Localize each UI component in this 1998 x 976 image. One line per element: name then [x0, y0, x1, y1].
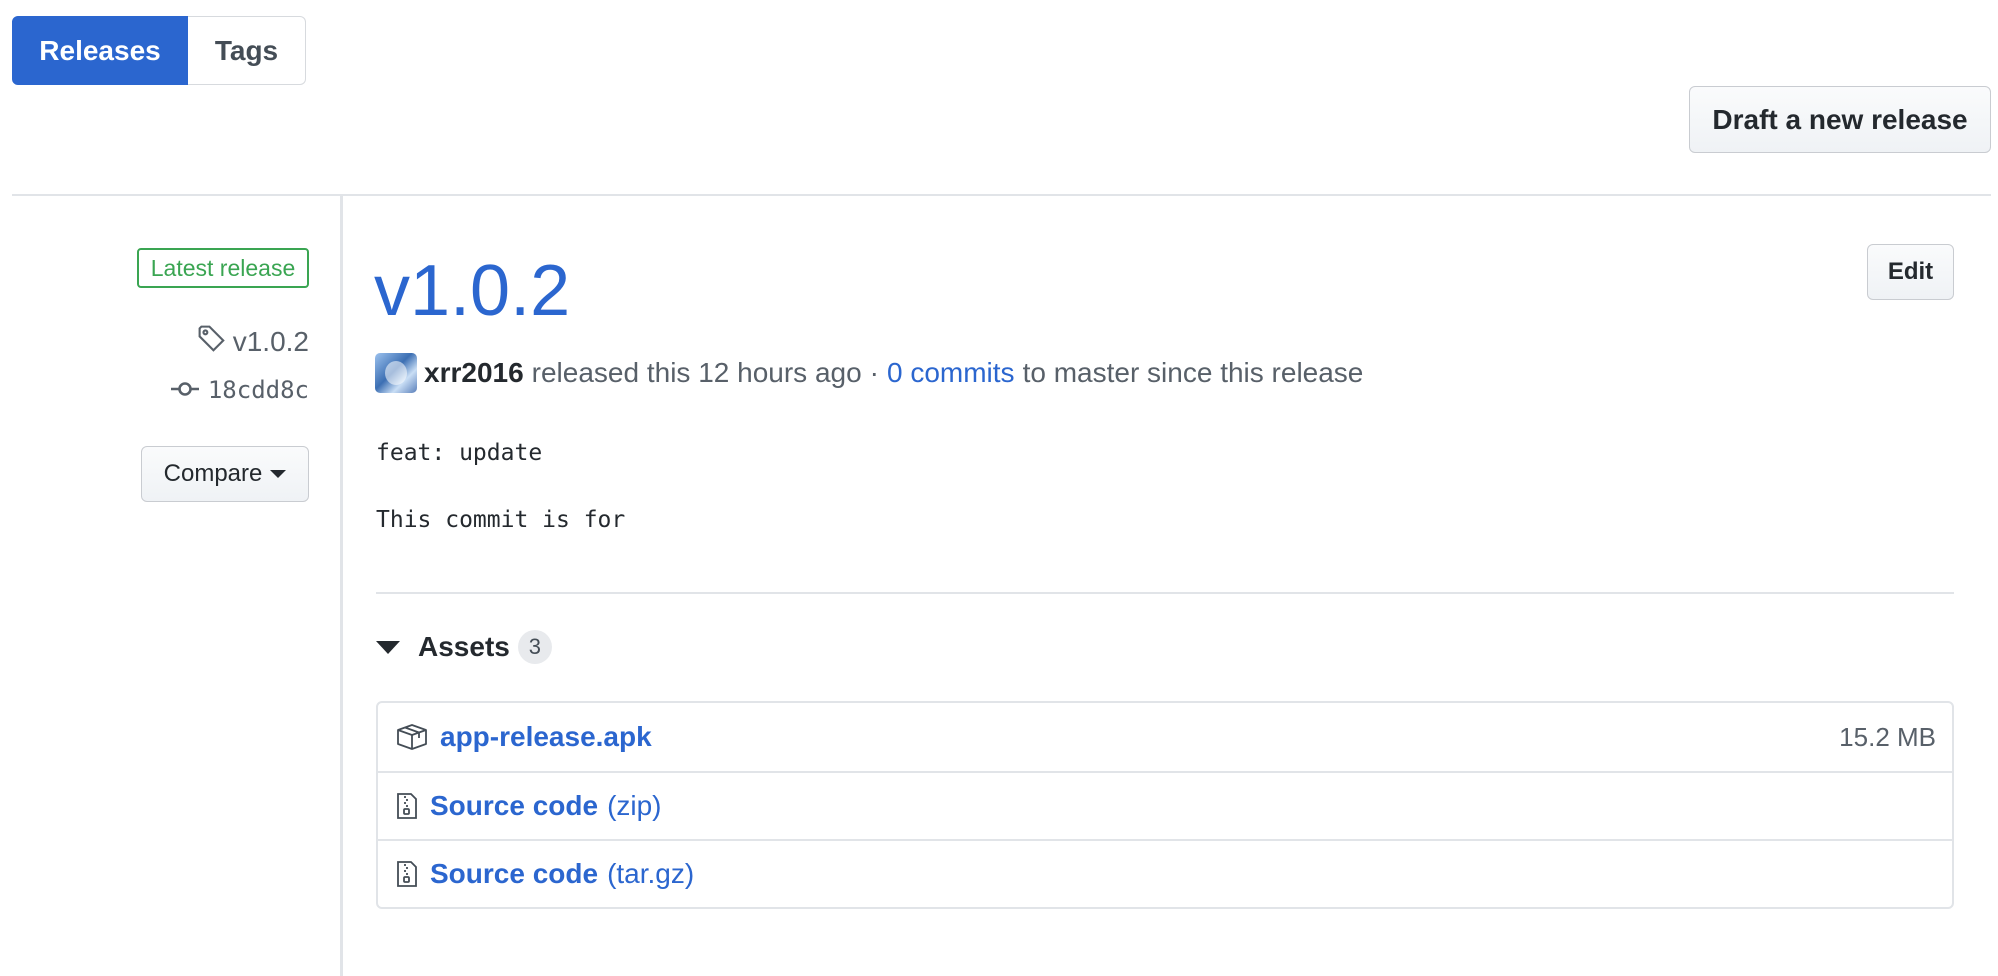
edit-button[interactable]: Edit [1867, 244, 1954, 300]
package-icon [396, 723, 428, 751]
assets-toggle[interactable]: Assets 3 [376, 630, 552, 664]
byline-separator: · [869, 357, 879, 388]
release-title[interactable]: v1.0.2 [374, 250, 570, 332]
asset-size: 15.2 MB [1839, 721, 1936, 752]
asset-row[interactable]: Source code (zip) [378, 771, 1952, 839]
draft-new-release-button[interactable]: Draft a new release [1689, 86, 1991, 153]
tag-name[interactable]: v1.0.2 [233, 326, 309, 358]
asset-link[interactable]: Source code [430, 858, 598, 890]
author-link[interactable]: xrr2016 [424, 357, 524, 389]
commit-sha[interactable]: 18cdd8c [208, 376, 309, 404]
tab-tags[interactable]: Tags [188, 16, 306, 85]
asset-row[interactable]: Source code (tar.gz) [378, 839, 1952, 907]
release-note-line: This commit is for [376, 507, 626, 533]
commits-link[interactable]: 0 commits [887, 357, 1015, 389]
chevron-down-icon [270, 470, 287, 478]
commit-icon [170, 376, 199, 404]
timeline-divider [340, 196, 343, 976]
released-text: released this 12 hours ago [531, 357, 862, 388]
compare-button[interactable]: Compare [141, 446, 309, 502]
compare-label: Compare [163, 460, 263, 487]
assets-label: Assets [418, 631, 510, 662]
file-zip-icon [396, 860, 418, 888]
tag-icon [197, 324, 225, 359]
latest-release-badge: Latest release [137, 248, 309, 288]
avatar[interactable] [375, 353, 417, 393]
commits-suffix: to master since this release [1022, 357, 1364, 388]
assets-count-badge: 3 [517, 630, 552, 664]
release-commit[interactable]: 18cdd8c [150, 376, 309, 404]
release-byline: xrr2016 released this 12 hours ago · 0 c… [375, 352, 1363, 394]
asset-row[interactable]: app-release.apk 15.2 MB [378, 703, 1952, 771]
release-note-line: feat: update [376, 440, 543, 466]
release-tag[interactable]: v1.0.2 [150, 324, 309, 359]
triangle-down-icon [376, 640, 400, 654]
release-tabs: Releases Tags [12, 16, 306, 85]
notes-divider [376, 592, 1954, 594]
release-notes: feat: update This commit is for [376, 440, 625, 574]
file-zip-icon [396, 792, 418, 820]
assets-list: app-release.apk 15.2 MB Source code (zip… [376, 701, 1954, 909]
asset-format[interactable]: (zip) [607, 790, 661, 822]
asset-link[interactable]: app-release.apk [440, 721, 652, 753]
asset-link[interactable]: Source code [430, 790, 598, 822]
asset-format[interactable]: (tar.gz) [607, 858, 694, 890]
tab-releases[interactable]: Releases [12, 16, 188, 85]
header-divider [12, 194, 1991, 196]
